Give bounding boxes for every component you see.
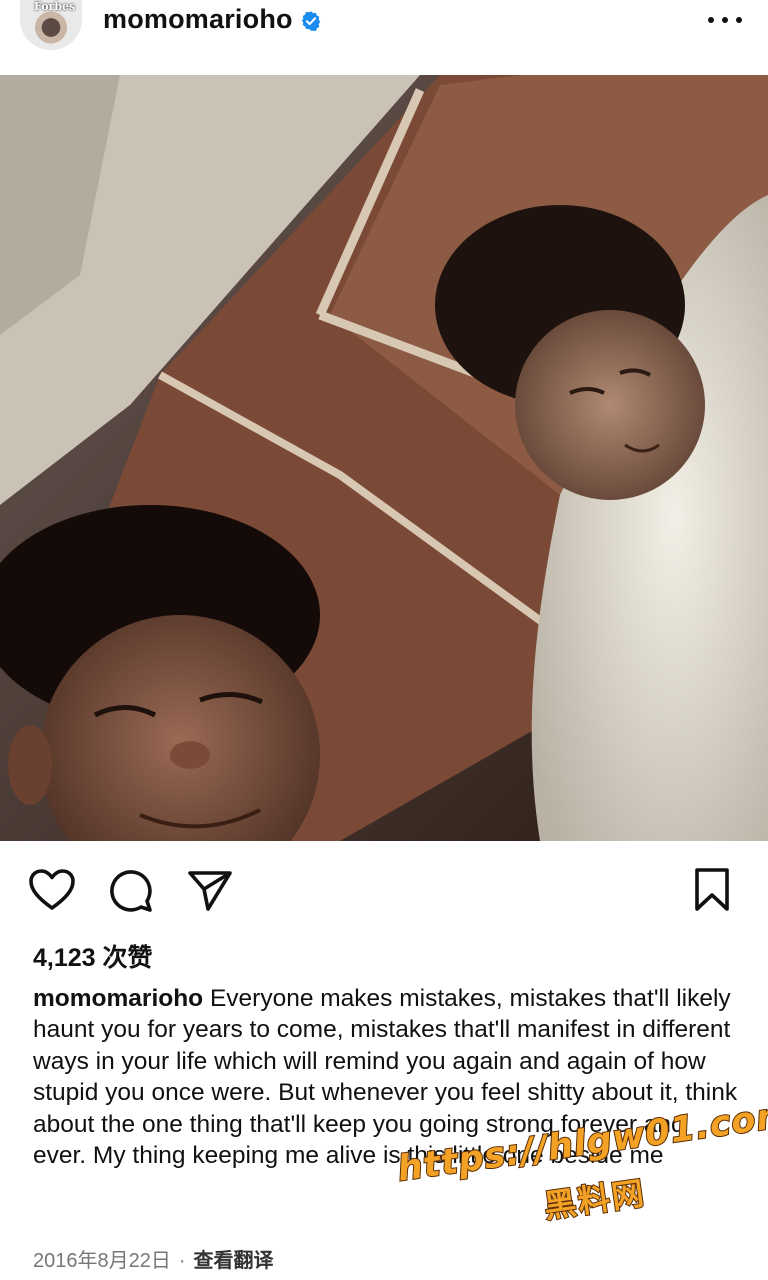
more-options-icon[interactable] bbox=[708, 10, 742, 30]
heart-icon[interactable] bbox=[28, 868, 76, 912]
photo-illustration bbox=[0, 75, 768, 841]
watermark-name: 黑料网 bbox=[541, 1173, 649, 1227]
avatar[interactable]: Forbes bbox=[20, 0, 82, 50]
post-header: Forbes momomarioho bbox=[0, 0, 768, 75]
verified-badge-icon bbox=[301, 11, 321, 31]
post-date: 2016年8月22日 bbox=[33, 1250, 171, 1272]
footer-separator: · bbox=[178, 1250, 186, 1272]
post-username[interactable]: momomarioho bbox=[103, 4, 293, 35]
caption-username[interactable]: momomarioho bbox=[33, 985, 203, 1012]
like-count[interactable]: 4,123 次赞 bbox=[33, 938, 153, 974]
bookmark-icon[interactable] bbox=[692, 867, 732, 913]
more-dot bbox=[736, 17, 742, 23]
comment-icon[interactable] bbox=[106, 867, 154, 913]
send-icon[interactable] bbox=[186, 867, 234, 913]
avatar-badge-text: Forbes bbox=[34, 0, 76, 13]
see-translation-link[interactable]: 查看翻译 bbox=[194, 1250, 274, 1272]
more-dot bbox=[722, 17, 728, 23]
more-dot bbox=[708, 17, 714, 23]
post-photo[interactable] bbox=[0, 75, 768, 841]
post-footer: 2016年8月22日 · 查看翻译 bbox=[33, 1244, 274, 1273]
action-bar bbox=[0, 841, 768, 936]
